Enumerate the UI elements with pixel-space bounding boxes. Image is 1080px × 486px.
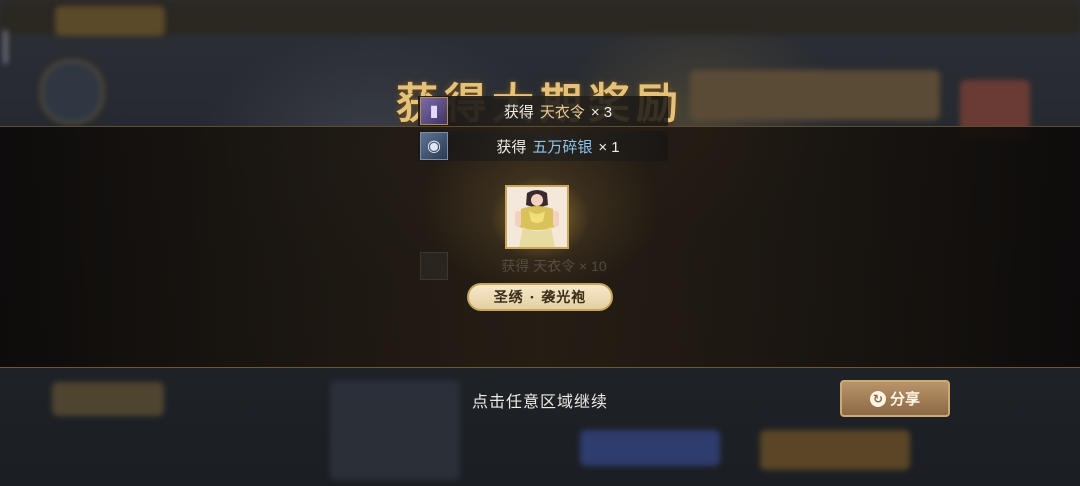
token-icon: ▮ (420, 97, 448, 125)
token-icon (420, 252, 448, 280)
reward-row: ▮ 获得 天衣令 × 3 (418, 96, 668, 126)
background-panel (55, 6, 165, 36)
share-label: 分享 (889, 391, 920, 408)
reward-name: 天衣令 (539, 103, 585, 121)
costume-icon[interactable] (505, 185, 569, 249)
reward-row: ◉ 获得 五万碎银 × 1 (418, 131, 668, 161)
continue-hint: 点击任意区域继续 (471, 394, 608, 411)
share-icon: ↻ (869, 390, 886, 407)
share-button[interactable]: ↻ 分享 (840, 380, 950, 417)
reward-prefix: 获得 (503, 103, 534, 121)
reward-count: × 1 (598, 138, 620, 156)
background-button (760, 430, 910, 470)
featured-item-name: 圣绣 · 袭光袍 (467, 283, 613, 311)
reward-prefix: 获得 (496, 138, 527, 156)
background-button (52, 382, 164, 416)
background-edge (4, 30, 7, 64)
silver-icon: ◉ (420, 132, 448, 160)
reward-count: × 3 (590, 103, 613, 121)
reward-name: 五万碎银 (532, 138, 593, 156)
background-button (580, 430, 720, 466)
